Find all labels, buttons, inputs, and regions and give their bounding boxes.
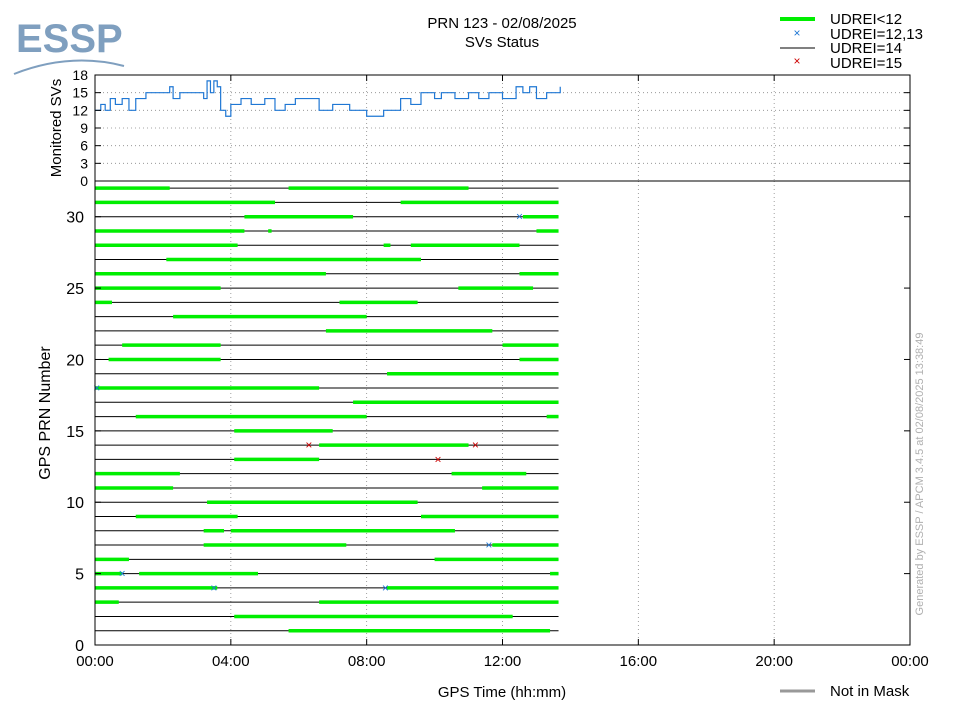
prn-udrei-12-13-marker: × <box>382 581 389 595</box>
chart-title-line1: PRN 123 - 02/08/2025 <box>427 15 576 32</box>
prn-y-tick-label: 30 <box>66 210 84 227</box>
prn-udrei-15-marker: × <box>434 452 441 466</box>
prn-status-panel: × × × × × × × × × 0 5 10 15 20 25 30 00:00 04:00 08:00 12… <box>37 75 929 701</box>
monitored-y-axis-label: Monitored SVs <box>48 79 65 177</box>
legend: UDREI<12 × UDREI=12,13 UDREI=14 × UDREI=… <box>780 11 923 72</box>
prn-y-tick-label: 15 <box>66 424 84 441</box>
x-tick-label: 12:00 <box>484 653 522 670</box>
monitored-y-tick-label: 0 <box>80 173 88 189</box>
monitored-svs-panel: 0 36 9 1215 18 Monitored SVs <box>48 67 911 189</box>
prn-rows: × × × × × × × × × <box>93 186 559 633</box>
prn-grid <box>230 181 775 645</box>
prn-udrei-12-13-marker: × <box>119 567 126 581</box>
prn-y-tick-label: 5 <box>75 567 84 584</box>
monitored-y-tick-label: 12 <box>72 102 88 118</box>
generated-by-text: Generated by ESSP / APCM 3.4.5 at 02/08/… <box>914 333 926 616</box>
prn-udrei-15-marker: × <box>305 438 312 452</box>
not-in-mask-label: Not in Mask <box>830 683 910 700</box>
logo-text: ESSP <box>16 17 123 61</box>
svs-status-figure: ESSP PRN 123 - 02/08/2025 SVs Status UDR… <box>13 11 929 701</box>
monitored-y-tick-label: 9 <box>80 120 88 136</box>
prn-y-tick-label: 25 <box>66 281 84 298</box>
monitored-y-tick-label: 6 <box>80 138 88 154</box>
prn-udrei-12-13-marker: × <box>210 581 217 595</box>
legend-marker-udrei-15: × <box>793 54 800 68</box>
logo-swoosh <box>13 59 125 75</box>
prn-y-axis-label: GPS PRN Number <box>37 346 54 480</box>
essp-logo: ESSP <box>13 17 125 75</box>
x-tick-label: 00:00 <box>76 653 114 670</box>
x-tick-label: 20:00 <box>755 653 793 670</box>
x-axis-label: GPS Time (hh:mm) <box>438 684 566 701</box>
monitored-y-tick-label: 15 <box>72 85 88 101</box>
monitored-svs-line <box>95 80 561 117</box>
monitored-grid <box>95 74 910 182</box>
prn-y-tick-label: 20 <box>66 352 84 369</box>
prn-udrei-15-marker: × <box>472 438 479 452</box>
prn-udrei-12-13-marker: × <box>516 210 523 224</box>
x-tick-label: 08:00 <box>348 653 386 670</box>
x-tick-label: 16:00 <box>620 653 658 670</box>
x-tick-label: 00:00 <box>891 653 929 670</box>
legend-marker-udrei-12-13: × <box>793 26 800 40</box>
prn-udrei-12-13-marker: × <box>485 538 492 552</box>
monitored-y-tick-label: 18 <box>72 67 88 83</box>
monitored-y-tick-label: 3 <box>80 155 88 171</box>
prn-y-tick-label: 10 <box>66 495 84 512</box>
prn-udrei-12-13-marker: × <box>93 381 100 395</box>
legend-label-udrei-15: UDREI=15 <box>830 55 902 72</box>
chart-title-line2: SVs Status <box>465 34 539 51</box>
x-tick-label: 04:00 <box>212 653 250 670</box>
